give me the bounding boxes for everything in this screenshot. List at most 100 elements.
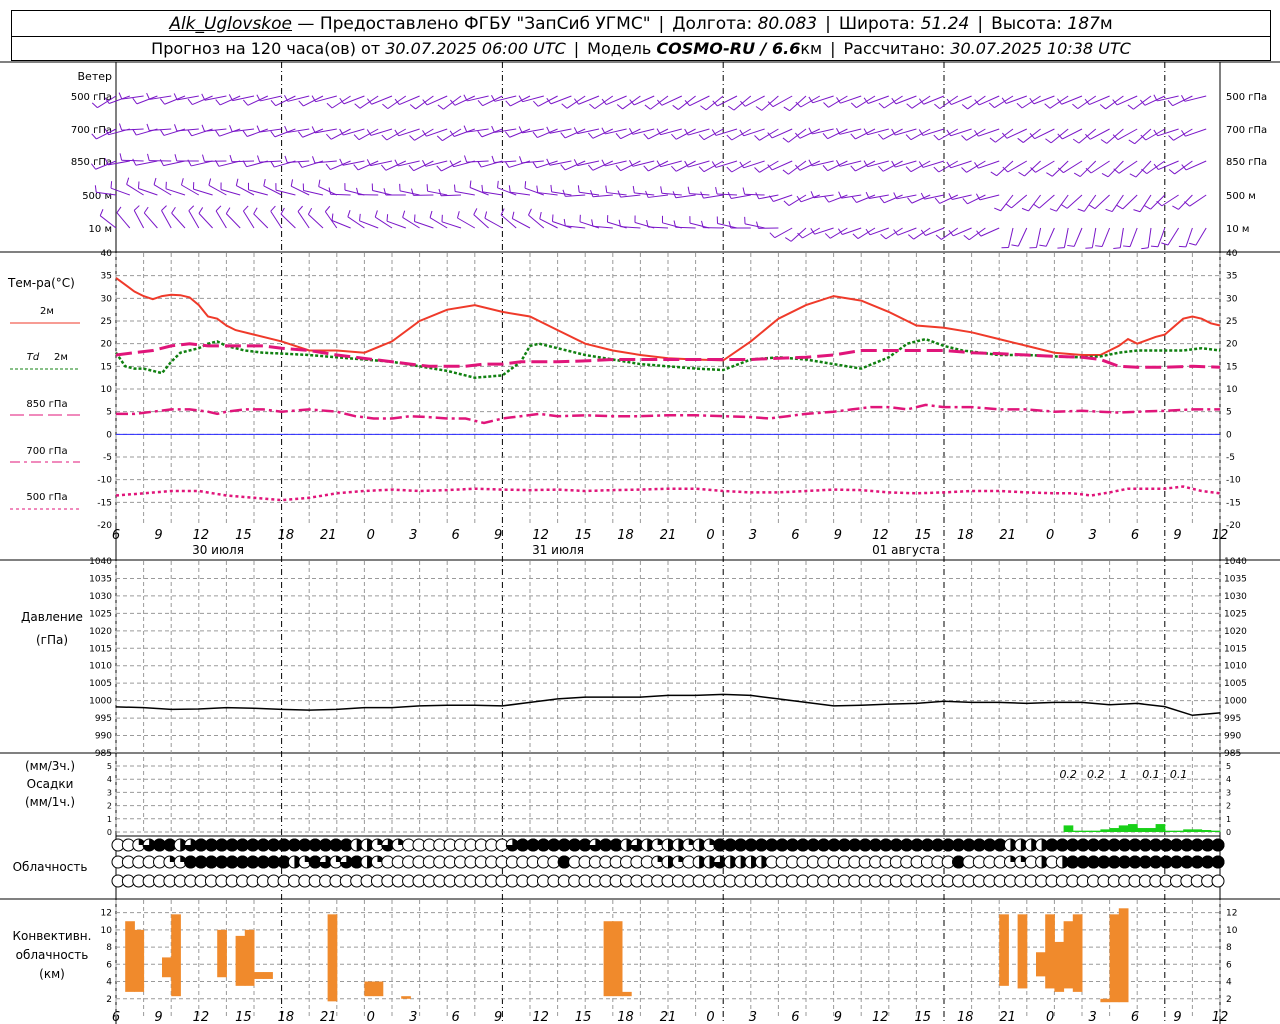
wind-barb	[771, 160, 793, 171]
wind-barb	[508, 160, 531, 168]
temp-ytick-left: 5	[106, 408, 112, 418]
wind-barb	[191, 128, 213, 137]
wind-barb-flag	[201, 124, 205, 132]
wind-barb	[594, 95, 614, 110]
wind-barb-flag	[727, 105, 735, 111]
wind-barb-flag	[715, 187, 718, 195]
wind-barb-flag	[605, 185, 608, 193]
wind-barb-flag	[118, 92, 123, 100]
wind-barb	[275, 189, 296, 196]
wind-barb	[1061, 95, 1083, 105]
hour-tick-label-bottom: 12	[532, 1010, 549, 1024]
hour-tick-label: 9	[154, 528, 162, 543]
wind-barb-flag	[961, 167, 967, 173]
wind-barb-flag	[850, 133, 856, 140]
wind-barb	[163, 160, 186, 167]
wind-barb	[537, 95, 558, 107]
pressure-ytick-left: 1020	[89, 627, 112, 637]
wind-barb	[242, 210, 255, 229]
wind-barb-flag	[660, 186, 663, 194]
hour-tick-label: 6	[1131, 528, 1139, 543]
temp-ytick-right: 0	[1226, 430, 1232, 440]
wind-barb-flag	[508, 185, 511, 193]
wind-barb-flag	[1189, 242, 1197, 246]
wind-barb-flag	[504, 131, 511, 138]
wind-barb	[715, 160, 738, 168]
wind-barb-flag	[410, 188, 414, 196]
wind-barb-flag	[146, 92, 150, 100]
wind-barb	[161, 210, 172, 229]
wind-barb	[1024, 160, 1041, 177]
wind-barb	[951, 95, 972, 106]
wind-barb	[549, 160, 572, 166]
wind-barb-flag	[1116, 204, 1124, 210]
wind-barb-flag	[1005, 203, 1012, 209]
pressure-ytick-right: 1010	[1224, 662, 1247, 672]
legend-td-label: Td	[27, 352, 40, 363]
wind-barb	[592, 194, 613, 198]
wind-barb	[1034, 128, 1055, 140]
wind-barb	[1147, 227, 1152, 248]
hour-tick-label-bottom: 0	[1046, 1010, 1054, 1024]
wind-barb-flag	[126, 177, 130, 185]
wind-barb-flag	[1016, 102, 1023, 109]
wind-barb-flag	[229, 154, 233, 162]
pressure-ytick-right: 1015	[1224, 644, 1247, 654]
temp-ytick-left: 40	[101, 249, 113, 259]
wind-barb-flag	[755, 192, 760, 200]
wind-barb	[1079, 160, 1097, 177]
wind-barb	[1101, 227, 1111, 247]
conv-ytick-right: 2	[1226, 995, 1232, 1005]
wind-barb	[1063, 227, 1069, 248]
wind-barb-flag	[961, 104, 968, 110]
wind-barb-flag	[560, 164, 566, 171]
wind-barb-flag	[383, 188, 387, 196]
wind-barb-flag	[962, 198, 968, 205]
wind-barb	[867, 160, 889, 168]
wind-title: Ветер	[78, 70, 112, 83]
pressure-ytick-left: 995	[95, 714, 112, 724]
wind-barb	[331, 220, 351, 229]
wind-barb-flag	[187, 129, 193, 137]
wind-barb-flag	[1167, 100, 1174, 106]
wind-barb	[978, 160, 1000, 169]
conv-cloud-bar	[612, 921, 623, 997]
wind-barb-flag	[1150, 245, 1159, 248]
wind-barb	[717, 193, 738, 196]
wind-barb-flag	[408, 165, 415, 171]
temp-ytick-left: 10	[101, 385, 113, 395]
wind-barb	[715, 128, 738, 136]
wind-barb-flag	[297, 161, 303, 168]
conv-unit: (км)	[39, 967, 65, 981]
wind-barb	[1189, 194, 1207, 207]
wind-barb	[330, 193, 351, 196]
wind-barb-flag	[235, 178, 239, 186]
precip-bar	[1146, 828, 1157, 832]
precip-ytick-left: 2	[107, 802, 112, 811]
wind-barb-flag	[1017, 137, 1024, 143]
conv-cloud-bar	[1045, 914, 1055, 989]
wind-barb-flag	[201, 154, 205, 162]
wind-barb	[110, 187, 130, 196]
pressure-ytick-left: 1015	[89, 644, 112, 654]
wind-barb-flag	[852, 233, 859, 239]
wind-barb-flag	[933, 134, 940, 141]
wind-barb	[1122, 194, 1138, 210]
wind-barb-flag	[297, 131, 304, 138]
wind-barb	[318, 186, 338, 196]
wind-barb-flag	[1144, 205, 1151, 210]
pressure-ytick-right: 1025	[1224, 609, 1247, 619]
wind-barb-flag	[963, 234, 970, 241]
wind-barb-flag	[1018, 171, 1025, 177]
wind-barb	[481, 128, 503, 138]
wind-barb-flag	[256, 155, 261, 163]
wind-barb	[950, 160, 972, 169]
wind-barb-flag	[563, 218, 566, 226]
wind-barb	[648, 226, 669, 229]
hour-tick-label-bottom: 6	[452, 1010, 460, 1024]
wind-barb-flag	[783, 200, 790, 206]
wind-barb	[357, 160, 379, 171]
wind-barb	[579, 221, 600, 229]
pressure-ytick-right: 990	[1224, 732, 1241, 742]
wind-barb-flag	[147, 153, 150, 161]
